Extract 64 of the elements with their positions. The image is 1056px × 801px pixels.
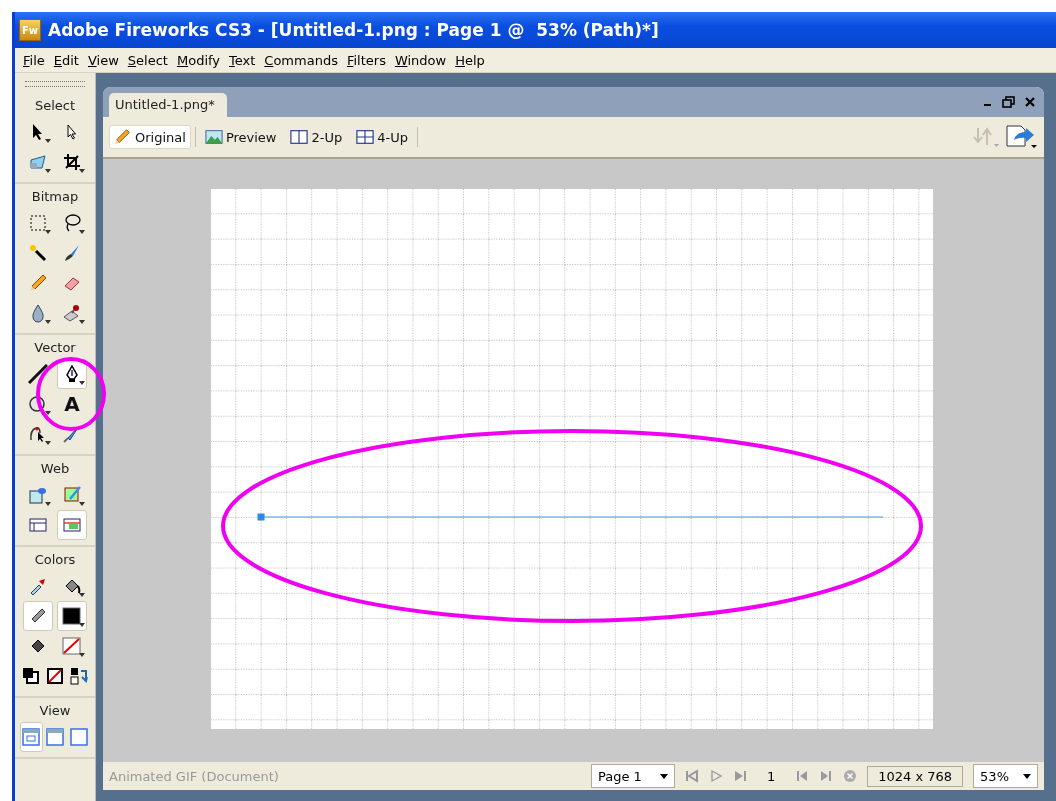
- menu-item[interactable]: Edit: [49, 52, 84, 68]
- document-tab[interactable]: Untitled-1.png*: [109, 93, 227, 117]
- export-icon[interactable]: [1004, 124, 1038, 150]
- menu-item[interactable]: Help: [451, 52, 490, 68]
- menu-item[interactable]: Text: [225, 52, 261, 68]
- line-icon: [28, 364, 48, 384]
- section-title: Select: [34, 97, 76, 115]
- frame-number: 1: [765, 768, 777, 784]
- view-tab[interactable]: 4-Up: [351, 125, 413, 149]
- lasso-icon: [62, 213, 82, 233]
- eyedropper-icon: [28, 576, 48, 596]
- hotspot-icon: [28, 485, 48, 505]
- dropdown-arrow-icon: [659, 773, 668, 779]
- menu-item[interactable]: Commands: [260, 52, 343, 68]
- section-title: Colors: [34, 551, 76, 569]
- menu-item[interactable]: Window: [390, 52, 452, 68]
- section-title: View: [39, 702, 71, 720]
- grid-view-icon: [356, 128, 375, 146]
- no-color-swatch-icon: [62, 636, 82, 656]
- scale-icon: [28, 152, 48, 172]
- default-colors-icon: [21, 666, 41, 686]
- dropdown-arrow-icon: [1023, 773, 1031, 779]
- image-size: 1024 x 768: [867, 765, 964, 787]
- landscape-icon: [204, 128, 223, 146]
- slices-icon: [28, 515, 48, 535]
- crop-icon: [62, 152, 82, 172]
- menu-item[interactable]: Filters: [342, 52, 391, 68]
- tool-button[interactable]: [23, 601, 53, 631]
- panel-grip[interactable]: [25, 81, 85, 87]
- zoom-dropdown[interactable]: 53%: [973, 764, 1038, 788]
- restore-icon[interactable]: [1002, 96, 1016, 108]
- tool-button[interactable]: [57, 601, 87, 631]
- screen-mode-icon: [21, 727, 41, 747]
- section-title: Web: [40, 460, 70, 478]
- view-tab[interactable]: Original: [109, 125, 191, 149]
- section-title: Vector: [34, 339, 76, 357]
- menu-item[interactable]: File: [19, 52, 50, 68]
- split-view-icon: [290, 128, 309, 146]
- swap-colors-icon: [69, 666, 89, 686]
- ellipse-icon: [28, 394, 48, 414]
- page-dropdown[interactable]: Page 1: [590, 764, 675, 788]
- tool-button[interactable]: A: [57, 389, 87, 419]
- magic-wand-icon: [28, 243, 48, 263]
- no-color-icon: [45, 666, 65, 686]
- pencil-icon: [114, 128, 132, 146]
- window-title: Adobe Fireworks CS3 - [Untitled-1.png : Page 1 @ 53% (Path)*]: [48, 20, 659, 40]
- stamp-icon: [62, 303, 82, 323]
- slices-icon: [62, 515, 82, 535]
- document-format: Animated GIF (Document): [109, 768, 279, 784]
- app-logo: Fw: [19, 19, 41, 41]
- view-tab[interactable]: Preview: [199, 125, 282, 149]
- color-swatch-icon: [62, 606, 82, 626]
- section-title: Bitmap: [31, 188, 79, 206]
- menu-item[interactable]: View: [83, 52, 124, 68]
- menu-item[interactable]: Select: [123, 52, 173, 68]
- letter-icon: A: [64, 392, 80, 416]
- view-tab[interactable]: 2-Up: [285, 125, 348, 149]
- marquee-icon: [28, 213, 48, 233]
- screen-mode-icon: [69, 727, 89, 747]
- slice-icon: [62, 485, 82, 505]
- close-icon[interactable]: [1024, 96, 1036, 108]
- screen-mode-icon: [45, 727, 65, 747]
- menu-item[interactable]: Modify: [172, 52, 226, 68]
- pencil-icon: [28, 273, 48, 293]
